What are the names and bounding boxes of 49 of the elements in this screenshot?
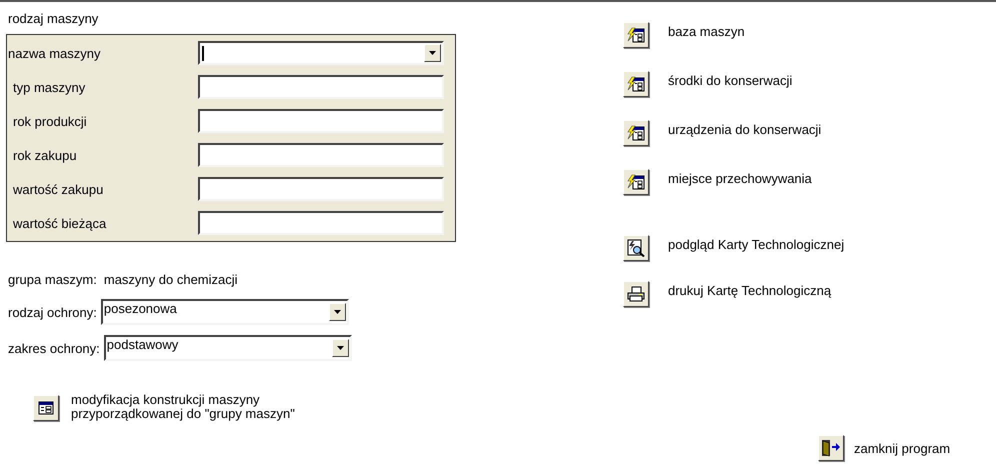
form-button[interactable] [623,22,649,48]
form-button[interactable] [623,71,649,97]
input-field[interactable] [198,143,444,167]
combo-box[interactable] [198,41,444,65]
form-lightning-icon [627,125,645,141]
combo-box[interactable]: posezonowa [100,299,349,325]
button-caption: środki do konserwacji [668,72,792,88]
section-title: rodzaj maszyny [8,11,100,26]
field-label: nazwa maszyny [7,46,102,60]
combo-label: zakres ochrony: [8,340,100,356]
caret-icon [336,346,344,350]
combo-box[interactable]: podstawowy [104,335,352,361]
dropdown-button[interactable] [328,303,346,321]
field-label: wartość zakupu [12,182,104,196]
field-label: rok produkcji [12,114,88,128]
group-value: maszyny do chemizacji [104,272,238,287]
input-field[interactable] [198,177,444,201]
button-caption: drukuj Kartę Technologiczną [668,282,832,298]
caret-icon [334,310,341,314]
form-icon [38,401,54,415]
form-lightning-icon [627,174,645,190]
print-button[interactable] [623,281,649,307]
field-label: rok zakupu [12,148,78,162]
input-field[interactable] [198,211,444,235]
button-caption: zamknij program [854,440,950,456]
button-caption: urządzenia do konserwacji [668,122,822,136]
dropdown-button[interactable] [424,44,441,62]
field-label: wartość bieżąca [12,216,108,230]
form-lightning-icon [627,76,645,92]
dropdown-button[interactable] [332,339,349,357]
form-lightning-icon [627,27,645,43]
exit-button[interactable] [818,435,844,461]
modify-button[interactable] [33,395,59,421]
button-caption: miejsce przechowywania [668,170,812,186]
caret-icon [429,51,436,55]
form-button[interactable] [623,120,649,146]
group-label: grupa maszym: [8,272,97,287]
field-label: typ maszyny [12,80,86,94]
form-button[interactable] [623,169,649,195]
button-caption: modyfikacja konstrukcji maszyny przyporządkowanej do "grupy maszyn" [71,393,295,421]
input-field[interactable] [198,75,444,99]
printer-icon [627,286,645,302]
button-caption: podgląd Karty Technologicznej [668,236,844,252]
exit-door-icon [821,439,841,457]
button-caption: baza maszyn [668,24,745,38]
preview-button[interactable] [623,235,649,261]
combo-label: rodzaj ochrony: [8,304,97,320]
magnifier-icon [627,239,645,257]
input-field[interactable] [198,109,444,133]
